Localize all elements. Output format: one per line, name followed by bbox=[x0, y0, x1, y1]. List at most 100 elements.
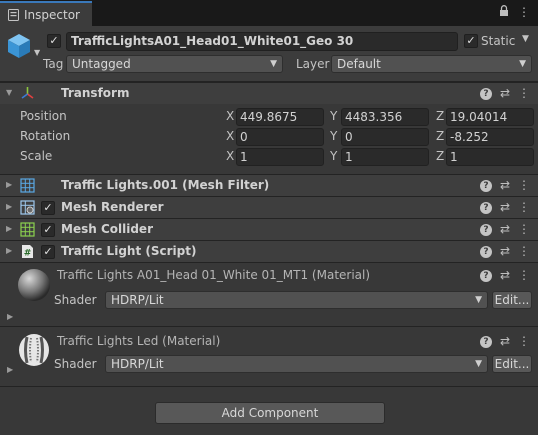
add-component-button[interactable]: Add Component bbox=[155, 402, 385, 424]
kebab-menu-icon[interactable]: ⋮ bbox=[518, 86, 530, 100]
gameobject-header: ▼ ✓ TrafficLightsA01_Head01_White01_Geo … bbox=[0, 26, 538, 82]
active-checkbox[interactable]: ✓ bbox=[47, 34, 61, 48]
presets-icon[interactable]: ⇄ bbox=[500, 86, 510, 100]
shader-dropdown[interactable]: HDRP/Lit ▼ bbox=[105, 355, 488, 373]
scale-x-field[interactable]: 1 bbox=[236, 148, 324, 166]
static-checkbox[interactable]: ✓ bbox=[464, 34, 478, 48]
chevron-down-icon: ▼ bbox=[475, 359, 482, 369]
kebab-menu-icon[interactable]: ⋮ bbox=[518, 200, 530, 214]
shader-label: Shader bbox=[54, 293, 97, 307]
fold-closed-icon[interactable]: ▶ bbox=[6, 224, 12, 233]
transform-axes-icon bbox=[21, 87, 34, 99]
component-mesh-filter[interactable]: ▶ Traffic Lights.001 (Mesh Filter) ? ⇄ ⋮ bbox=[0, 174, 538, 196]
inspector-footer: Add Component bbox=[0, 386, 538, 435]
axis-z-label[interactable]: Z bbox=[436, 129, 444, 143]
presets-icon[interactable]: ⇄ bbox=[500, 268, 510, 282]
icon-picker-chevron-icon[interactable]: ▼ bbox=[34, 48, 40, 57]
fold-closed-icon[interactable]: ▶ bbox=[7, 365, 13, 374]
scale-z-field[interactable]: 1 bbox=[446, 148, 534, 166]
help-icon[interactable]: ? bbox=[479, 180, 492, 192]
position-x-field[interactable]: 449.8675 bbox=[236, 108, 324, 126]
help-icon[interactable]: ? bbox=[479, 270, 492, 282]
axis-x-label[interactable]: X bbox=[226, 149, 234, 163]
kebab-menu-icon[interactable]: ⋮ bbox=[518, 5, 530, 19]
scale-y-field[interactable]: 1 bbox=[341, 148, 429, 166]
rotation-x-field[interactable]: 0 bbox=[236, 128, 324, 146]
axis-x-label[interactable]: X bbox=[226, 129, 234, 143]
position-z-field[interactable]: 19.04014 bbox=[446, 108, 534, 126]
material-title: Traffic Lights A01_Head 01_White 01_MT1 … bbox=[57, 268, 371, 282]
fold-closed-icon[interactable]: ▶ bbox=[6, 202, 12, 211]
axis-z-label[interactable]: Z bbox=[436, 149, 444, 163]
script-icon: # bbox=[22, 245, 33, 259]
shader-dropdown[interactable]: HDRP/Lit ▼ bbox=[105, 291, 488, 309]
chevron-down-icon: ▼ bbox=[270, 59, 277, 69]
tab-bar: Inspector ⋮ bbox=[0, 0, 538, 26]
component-mesh-collider[interactable]: ▶ ✓ Mesh Collider ? ⇄ ⋮ bbox=[0, 218, 538, 240]
rotation-z-field[interactable]: -8.252 bbox=[446, 128, 534, 146]
inspector-icon bbox=[8, 8, 19, 21]
axis-y-label[interactable]: Y bbox=[330, 129, 337, 143]
transform-title: Transform bbox=[61, 86, 130, 100]
fold-open-icon[interactable]: ▼ bbox=[6, 88, 12, 97]
tab-inspector[interactable]: Inspector bbox=[0, 1, 92, 26]
help-icon[interactable]: ? bbox=[479, 246, 492, 258]
presets-icon[interactable]: ⇄ bbox=[500, 334, 510, 348]
rotation-y-field[interactable]: 0 bbox=[341, 128, 429, 146]
presets-icon[interactable]: ⇄ bbox=[500, 200, 510, 214]
fold-closed-icon[interactable]: ▶ bbox=[7, 312, 13, 321]
shader-value: HDRP/Lit bbox=[111, 357, 164, 371]
layer-value: Default bbox=[337, 57, 381, 71]
static-chevron-down-icon[interactable]: ▼ bbox=[522, 34, 529, 44]
axis-y-label[interactable]: Y bbox=[330, 149, 337, 163]
tab-label: Inspector bbox=[24, 7, 80, 22]
material-sphere-icon[interactable] bbox=[16, 267, 52, 303]
presets-icon[interactable]: ⇄ bbox=[500, 178, 510, 192]
tag-label: Tag bbox=[43, 57, 64, 71]
axis-y-label[interactable]: Y bbox=[330, 109, 337, 123]
gameobject-cube-icon bbox=[8, 34, 30, 58]
edit-shader-button[interactable]: Edit... bbox=[492, 291, 532, 309]
help-icon[interactable]: ? bbox=[479, 88, 492, 100]
presets-icon[interactable]: ⇄ bbox=[500, 222, 510, 236]
component-title: Traffic Lights.001 (Mesh Filter) bbox=[61, 178, 270, 192]
enabled-checkbox[interactable]: ✓ bbox=[41, 201, 55, 215]
tag-dropdown[interactable]: Untagged ▼ bbox=[66, 55, 283, 73]
mesh-collider-icon bbox=[20, 222, 35, 237]
enabled-checkbox[interactable]: ✓ bbox=[41, 245, 55, 259]
help-icon[interactable]: ? bbox=[479, 224, 492, 236]
kebab-menu-icon[interactable]: ⋮ bbox=[518, 334, 530, 348]
material-led-thumbnail-icon[interactable] bbox=[16, 332, 52, 368]
material-block: ▶ Traffic Lights Led (Material) ? ⇄ ⋮ Sh… bbox=[0, 326, 538, 386]
transform-body: Position X 449.8675 Y 4483.356 Z 19.0401… bbox=[0, 104, 538, 174]
object-name-field[interactable]: TrafficLightsA01_Head01_White01_Geo 30 bbox=[66, 32, 458, 51]
component-title: Mesh Collider bbox=[61, 222, 153, 236]
chevron-down-icon: ▼ bbox=[475, 295, 482, 305]
rotation-label: Rotation bbox=[20, 129, 71, 143]
layer-dropdown[interactable]: Default ▼ bbox=[331, 55, 532, 73]
kebab-menu-icon[interactable]: ⋮ bbox=[518, 268, 530, 282]
chevron-down-icon: ▼ bbox=[519, 59, 526, 69]
lock-icon[interactable] bbox=[499, 5, 509, 17]
tag-value: Untagged bbox=[72, 57, 131, 71]
shader-value: HDRP/Lit bbox=[111, 293, 164, 307]
static-label: Static bbox=[481, 34, 516, 48]
component-mesh-renderer[interactable]: ▶ ✓ Mesh Renderer ? ⇄ ⋮ bbox=[0, 196, 538, 218]
axis-x-label[interactable]: X bbox=[226, 109, 234, 123]
edit-shader-button[interactable]: Edit... bbox=[492, 355, 532, 373]
shader-label: Shader bbox=[54, 357, 97, 371]
help-icon[interactable]: ? bbox=[479, 336, 492, 348]
presets-icon[interactable]: ⇄ bbox=[500, 244, 510, 258]
help-icon[interactable]: ? bbox=[479, 202, 492, 214]
fold-closed-icon[interactable]: ▶ bbox=[6, 180, 12, 189]
axis-z-label[interactable]: Z bbox=[436, 109, 444, 123]
position-y-field[interactable]: 4483.356 bbox=[341, 108, 429, 126]
mesh-filter-icon bbox=[20, 178, 35, 193]
kebab-menu-icon[interactable]: ⋮ bbox=[518, 222, 530, 236]
kebab-menu-icon[interactable]: ⋮ bbox=[518, 178, 530, 192]
transform-header[interactable]: ▼ Transform ? ⇄ ⋮ bbox=[0, 82, 538, 104]
enabled-checkbox[interactable]: ✓ bbox=[41, 223, 55, 237]
fold-closed-icon[interactable]: ▶ bbox=[6, 246, 12, 255]
kebab-menu-icon[interactable]: ⋮ bbox=[518, 244, 530, 258]
component-traffic-light-script[interactable]: ▶ # ✓ Traffic Light (Script) ? ⇄ ⋮ bbox=[0, 240, 538, 262]
